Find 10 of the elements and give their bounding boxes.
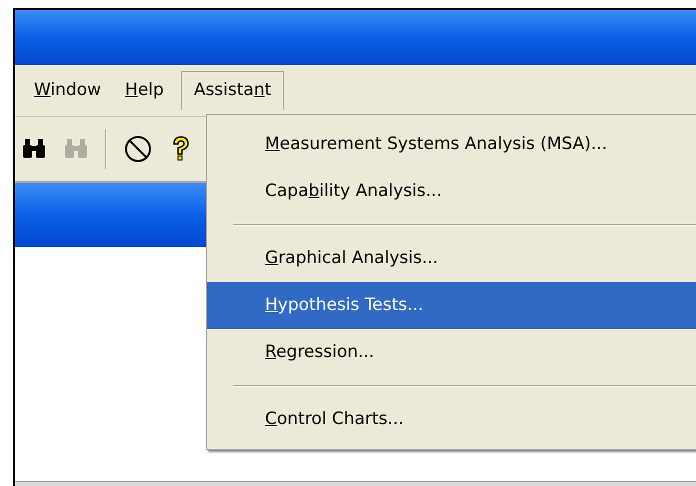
menu-item[interactable]: Hypothesis Tests... [207, 282, 696, 329]
menu-bar-item[interactable]: Window [23, 70, 112, 110]
menu-bar-item[interactable]: Assistant [180, 71, 284, 110]
menu-bar-item[interactable]: Help [114, 70, 175, 110]
menu-item[interactable]: Capability Analysis... [207, 168, 696, 215]
menu-item[interactable]: Regression... [207, 329, 696, 376]
menu-item[interactable]: Graphical Analysis... [207, 235, 696, 282]
no-sign-icon[interactable] [123, 134, 153, 164]
menu-item[interactable]: Measurement Systems Analysis (MSA)... [207, 121, 696, 168]
menu-item[interactable]: Control Charts... [207, 396, 696, 443]
